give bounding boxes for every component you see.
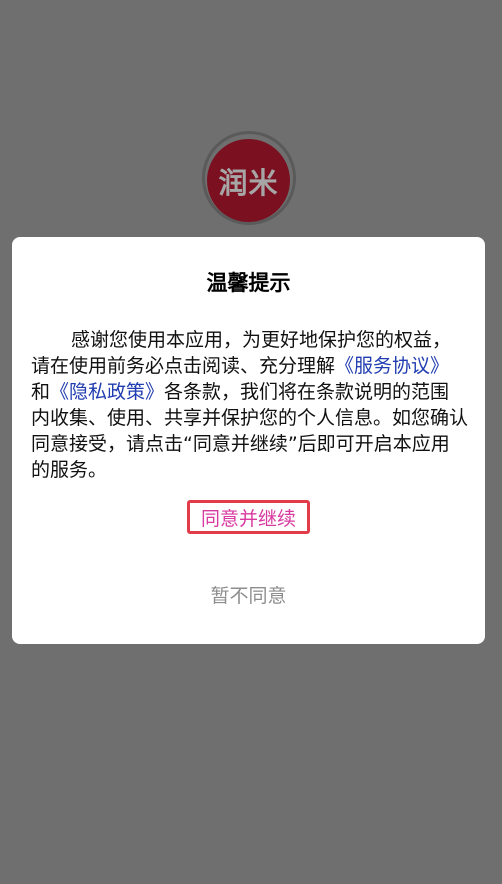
dialog-title: 温馨提示 [206, 271, 291, 295]
agree-and-continue-button[interactable]: 同意并继续 [187, 500, 310, 534]
disagree-button-label: 暂不同意 [210, 585, 287, 607]
privacy-dialog: 温馨提示 感谢您使用本应用，为更好地保护您的权益，请在使用前务必点击阅读、充分理… [12, 237, 485, 644]
app-logo-container: 润米 [202, 131, 296, 225]
agree-button-label: 同意并继续 [200, 507, 296, 530]
message-part-2: 和 [31, 381, 51, 403]
privacy-policy-link[interactable]: 《隐私政策》 [50, 381, 164, 403]
service-agreement-link[interactable]: 《服务协议》 [335, 355, 449, 377]
app-logo-text: 润米 [218, 165, 279, 200]
app-logo: 润米 [207, 139, 290, 222]
dialog-message: 感谢您使用本应用，为更好地保护您的权益，请在使用前务必点击阅读、充分理解《服务协… [31, 327, 468, 483]
disagree-button[interactable]: 暂不同意 [12, 581, 485, 608]
